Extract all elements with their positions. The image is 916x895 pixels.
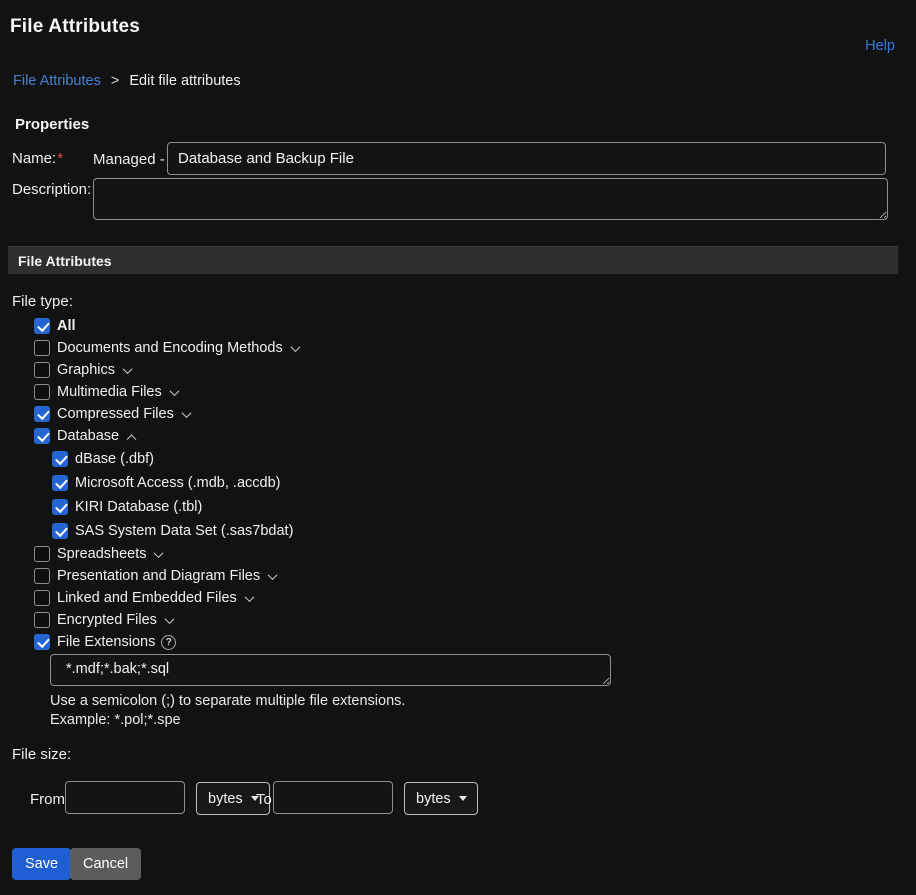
file-type-row-dbase-dbf: dBase (.dbf) <box>0 447 700 471</box>
file-type-item-label[interactable]: Encrypted Files <box>57 612 157 628</box>
file-type-row-kiri-database-tbl: KIRI Database (.tbl) <box>0 495 700 519</box>
file-type-item-label[interactable]: SAS System Data Set (.sas7bdat) <box>75 523 293 539</box>
chevron-down-icon <box>459 796 467 801</box>
checkbox-multimedia-files[interactable] <box>34 384 50 400</box>
file-type-item-label[interactable]: Graphics <box>57 362 115 378</box>
checkbox-sas-system-data-set-sas7bdat[interactable] <box>52 523 68 539</box>
required-asterisk: * <box>57 150 63 167</box>
name-input[interactable] <box>167 142 886 175</box>
name-label-text: Name: <box>12 150 56 167</box>
file-attributes-section-bar: File Attributes <box>8 246 898 274</box>
extensions-hint-line1: Use a semicolon (;) to separate multiple… <box>50 693 405 709</box>
chevron-down-icon[interactable] <box>154 548 164 558</box>
checkbox-database[interactable] <box>34 428 50 444</box>
file-type-row-encrypted-files: Encrypted Files <box>0 609 700 631</box>
checkbox-linked-and-embedded-files[interactable] <box>34 590 50 606</box>
file-type-label: File type: <box>12 293 73 310</box>
file-attributes-section-title: File Attributes <box>18 253 112 269</box>
file-size-from-label: From <box>30 791 65 808</box>
chevron-down-icon[interactable] <box>164 614 174 624</box>
checkbox-dbase-dbf[interactable] <box>52 451 68 467</box>
managed-prefix-label: Managed - <box>93 151 165 168</box>
file-size-from-input[interactable] <box>65 781 185 814</box>
chevron-up-icon[interactable] <box>127 434 137 444</box>
file-type-row-sas-system-data-set-sas7bdat: SAS System Data Set (.sas7bdat) <box>0 519 700 543</box>
file-extensions-textarea[interactable]: *.mdf;*.bak;*.sql <box>50 654 611 686</box>
file-type-row-graphics: Graphics <box>0 359 700 381</box>
file-type-item-label[interactable]: Presentation and Diagram Files <box>57 568 260 584</box>
chevron-down-icon[interactable] <box>268 570 278 580</box>
chevron-down-icon[interactable] <box>244 592 254 602</box>
help-link[interactable]: Help <box>865 38 895 54</box>
checkbox-encrypted-files[interactable] <box>34 612 50 628</box>
checkbox-presentation-and-diagram-files[interactable] <box>34 568 50 584</box>
checkbox-documents-and-encoding-methods[interactable] <box>34 340 50 356</box>
chevron-down-icon[interactable] <box>290 342 300 352</box>
file-type-row-multimedia-files: Multimedia Files <box>0 381 700 403</box>
checkbox-spreadsheets[interactable] <box>34 546 50 562</box>
checkbox-all[interactable] <box>34 318 50 334</box>
cancel-button[interactable]: Cancel <box>70 848 141 880</box>
checkbox-compressed-files[interactable] <box>34 406 50 422</box>
checkbox-kiri-database-tbl[interactable] <box>52 499 68 515</box>
file-type-row-linked-and-embedded-files: Linked and Embedded Files <box>0 587 700 609</box>
breadcrumb-separator: > <box>111 73 119 89</box>
file-type-row-documents-and-encoding-methods: Documents and Encoding Methods <box>0 337 700 359</box>
chevron-down-icon[interactable] <box>123 364 133 374</box>
file-size-to-label: To <box>256 791 272 808</box>
file-type-row-presentation-and-diagram-files: Presentation and Diagram Files <box>0 565 700 587</box>
file-type-item-label[interactable]: Multimedia Files <box>57 384 162 400</box>
description-textarea[interactable] <box>93 178 888 220</box>
file-type-item-label[interactable]: Microsoft Access (.mdb, .accdb) <box>75 475 280 491</box>
file-size-to-unit-select[interactable]: bytes <box>404 782 478 815</box>
to-unit-value: bytes <box>416 791 451 807</box>
properties-heading: Properties <box>15 116 89 133</box>
extensions-hint-line2: Example: *.pol;*.spe <box>50 712 181 728</box>
file-type-row-microsoft-access-mdb-accdb: Microsoft Access (.mdb, .accdb) <box>0 471 700 495</box>
file-type-row-spreadsheets: Spreadsheets <box>0 543 700 565</box>
file-type-item-label[interactable]: Linked and Embedded Files <box>57 590 237 606</box>
file-type-item-label[interactable]: Spreadsheets <box>57 546 146 562</box>
file-type-item-label[interactable]: Compressed Files <box>57 406 174 422</box>
file-type-item-label[interactable]: Documents and Encoding Methods <box>57 340 283 356</box>
file-type-item-label[interactable]: KIRI Database (.tbl) <box>75 499 202 515</box>
breadcrumb: File Attributes > Edit file attributes <box>13 73 241 89</box>
file-attributes-page: File Attributes Help File Attributes > E… <box>0 0 916 895</box>
file-type-item-label[interactable]: All <box>57 318 76 334</box>
chevron-down-icon[interactable] <box>169 386 179 396</box>
checkbox-file-extensions[interactable] <box>34 634 50 650</box>
file-size-to-input[interactable] <box>273 781 393 814</box>
name-label: Name:* <box>12 150 63 167</box>
help-icon[interactable]: ? <box>161 635 176 650</box>
chevron-down-icon[interactable] <box>181 408 191 418</box>
file-size-label: File size: <box>12 746 71 763</box>
checkbox-graphics[interactable] <box>34 362 50 378</box>
checkbox-microsoft-access-mdb-accdb[interactable] <box>52 475 68 491</box>
file-type-row-all: All <box>0 315 700 337</box>
description-label: Description: <box>12 181 91 198</box>
breadcrumb-current: Edit file attributes <box>129 73 240 89</box>
page-title: File Attributes <box>10 16 140 38</box>
file-type-item-label[interactable]: dBase (.dbf) <box>75 451 154 467</box>
file-type-row-file-extensions: File Extensions? <box>0 631 700 653</box>
file-type-item-label[interactable]: Database <box>57 428 119 444</box>
from-unit-value: bytes <box>208 791 243 807</box>
file-type-row-database: Database <box>0 425 700 447</box>
file-type-tree: All Documents and Encoding Methods Graphic… <box>0 315 700 653</box>
breadcrumb-parent-link[interactable]: File Attributes <box>13 73 101 89</box>
file-type-item-label[interactable]: File Extensions <box>57 634 155 650</box>
save-button[interactable]: Save <box>12 848 71 880</box>
file-type-row-compressed-files: Compressed Files <box>0 403 700 425</box>
